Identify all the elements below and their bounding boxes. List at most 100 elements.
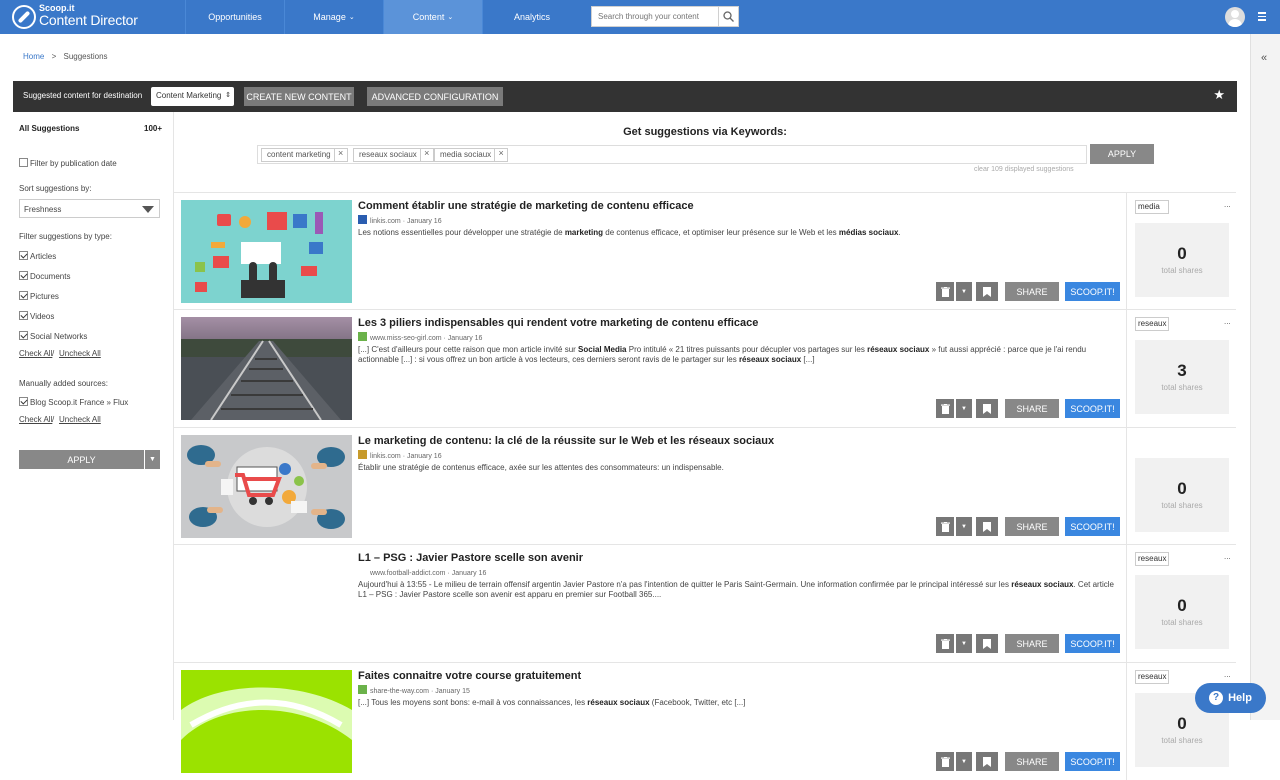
hamburger-menu-icon[interactable] [1258, 12, 1266, 21]
article-thumbnail[interactable] [181, 317, 352, 420]
delete-options-button[interactable]: ▼ [956, 517, 972, 536]
share-button[interactable]: SHARE [1005, 282, 1059, 301]
check-all-types-link[interactable]: Check All [19, 349, 52, 358]
publication-date: · January 16 [402, 453, 442, 460]
source-domain[interactable]: share-the-way.com [370, 688, 429, 695]
sort-select[interactable]: Freshness [19, 199, 160, 218]
delete-options-button[interactable]: ▼ [956, 399, 972, 418]
topic-tag[interactable]: reseaux [1135, 670, 1169, 684]
remove-tag-icon[interactable]: × [419, 148, 433, 162]
delete-button[interactable] [936, 752, 954, 771]
source-domain[interactable]: www.miss-seo-girl.com [370, 335, 442, 342]
favorite-star-icon[interactable]: ★ [1213, 87, 1225, 103]
checkbox-icon [19, 331, 28, 340]
type-filter-label: Filter suggestions by type: [19, 232, 112, 241]
search-input[interactable] [592, 7, 718, 26]
search-button[interactable] [718, 7, 738, 26]
all-suggestions-link[interactable]: All Suggestions [19, 124, 79, 133]
topic-tag[interactable]: media [1135, 200, 1169, 214]
clear-suggestions-link[interactable]: clear 109 displayed suggestions [974, 166, 1074, 173]
scoop-it-button[interactable]: SCOOP.IT! [1065, 282, 1120, 301]
bookmark-icon [983, 521, 991, 532]
type-checkbox-pictures[interactable]: Pictures [19, 291, 59, 301]
collapse-panel-icon[interactable]: « [1261, 52, 1267, 64]
create-new-content-button[interactable]: CREATE NEW CONTENT [244, 87, 354, 106]
article-thumbnail[interactable] [181, 200, 352, 303]
source-domain[interactable]: linkis.com [370, 218, 401, 225]
article-title[interactable]: Faites connaitre votre course gratuiteme… [358, 670, 581, 682]
breadcrumb-home-link[interactable]: Home [23, 52, 44, 61]
article-thumbnail[interactable] [181, 435, 352, 538]
nav-tab-manage[interactable]: Manage ⌄ [284, 0, 383, 34]
uncheck-all-types-link[interactable]: Uncheck All [59, 349, 101, 358]
delete-button[interactable] [936, 517, 954, 536]
article-title[interactable]: Les 3 piliers indispensables qui rendent… [358, 317, 758, 329]
breadcrumb: Home > Suggestions [23, 52, 108, 61]
delete-button[interactable] [936, 399, 954, 418]
delete-button[interactable] [936, 634, 954, 653]
sidebar-apply-button[interactable]: APPLY [19, 450, 144, 469]
type-checkbox-documents[interactable]: Documents [19, 271, 70, 281]
source-domain[interactable]: linkis.com [370, 453, 401, 460]
nav-tab-opportunities[interactable]: Opportunities [185, 0, 284, 34]
help-button[interactable]: ? Help [1195, 683, 1266, 713]
filter-date-label: Filter by publication date [30, 159, 117, 168]
topic-tag[interactable]: reseaux [1135, 317, 1169, 331]
delete-options-button[interactable]: ▼ [956, 634, 972, 653]
more-options-icon[interactable]: ... [1224, 200, 1231, 209]
scoopit-logo-icon[interactable] [12, 5, 40, 29]
article-title[interactable]: Comment établir une stratégie de marketi… [358, 200, 694, 212]
more-options-icon[interactable]: ... [1224, 670, 1231, 679]
caret-down-icon: ▼ [961, 288, 967, 295]
source-checkbox-blog-scoopit[interactable]: Blog Scoop.it France » Flux [19, 397, 128, 407]
bookmark-button[interactable] [976, 399, 998, 418]
bookmark-button[interactable] [976, 634, 998, 653]
breadcrumb-separator: > [51, 52, 57, 61]
keywords-input[interactable]: content marketing × reseaux sociaux × medi… [257, 145, 1087, 164]
total-shares-label: total shares [1161, 266, 1203, 275]
remove-tag-icon[interactable]: × [333, 148, 347, 162]
scoop-it-button[interactable]: SCOOP.IT! [1065, 399, 1120, 418]
delete-button[interactable] [936, 282, 954, 301]
total-shares-box: 3 total shares [1135, 340, 1229, 414]
keyword-tag: content marketing × [261, 148, 348, 162]
topic-tag[interactable]: reseaux [1135, 552, 1169, 566]
bookmark-button[interactable] [976, 282, 998, 301]
bookmark-button[interactable] [976, 752, 998, 771]
scoop-it-button[interactable]: SCOOP.IT! [1065, 752, 1120, 771]
share-button[interactable]: SHARE [1005, 517, 1059, 536]
delete-options-button[interactable]: ▼ [956, 282, 972, 301]
nav-tab-analytics[interactable]: Analytics [482, 0, 581, 34]
nav-tab-content[interactable]: Content ⌄ [383, 0, 482, 34]
type-checkbox-articles[interactable]: Articles [19, 251, 56, 261]
more-options-icon[interactable]: ... [1224, 317, 1231, 326]
advanced-configuration-button[interactable]: ADVANCED CONFIGURATION [367, 87, 503, 106]
uncheck-all-sources-link[interactable]: Uncheck All [59, 415, 101, 424]
destination-select[interactable]: Content Marketing ⇕ [151, 87, 234, 106]
type-checkbox-social-networks[interactable]: Social Networks [19, 331, 87, 341]
article-description: Aujourd'hui à 13:55 - Le milieu de terra… [358, 580, 1114, 599]
bookmark-button[interactable] [976, 517, 998, 536]
scoop-it-button[interactable]: SCOOP.IT! [1065, 634, 1120, 653]
article-title[interactable]: L1 – PSG : Javier Pastore scelle son ave… [358, 552, 583, 564]
more-options-icon[interactable]: ... [1224, 552, 1231, 561]
user-avatar[interactable] [1225, 7, 1245, 27]
source-favicon-icon [358, 450, 367, 459]
help-label: Help [1228, 692, 1252, 704]
scoop-it-button[interactable]: SCOOP.IT! [1065, 517, 1120, 536]
keyword-text: media sociaux [440, 150, 492, 159]
source-domain[interactable]: www.football-addict.com [370, 570, 445, 577]
type-checkbox-videos[interactable]: Videos [19, 311, 54, 321]
share-button[interactable]: SHARE [1005, 634, 1059, 653]
delete-options-button[interactable]: ▼ [956, 752, 972, 771]
share-button[interactable]: SHARE [1005, 399, 1059, 418]
filter-date-checkbox[interactable]: Filter by publication date [19, 158, 117, 168]
remove-tag-icon[interactable]: × [494, 148, 507, 162]
share-button[interactable]: SHARE [1005, 752, 1059, 771]
share-stats-panel: 0 total shares [1126, 428, 1236, 545]
apply-dropdown-button[interactable]: ▼ [145, 450, 160, 469]
check-all-sources-link[interactable]: Check All [19, 415, 52, 424]
article-title[interactable]: Le marketing de contenu: la clé de la ré… [358, 435, 774, 447]
article-thumbnail[interactable] [181, 670, 352, 773]
keywords-apply-button[interactable]: APPLY [1090, 144, 1154, 164]
